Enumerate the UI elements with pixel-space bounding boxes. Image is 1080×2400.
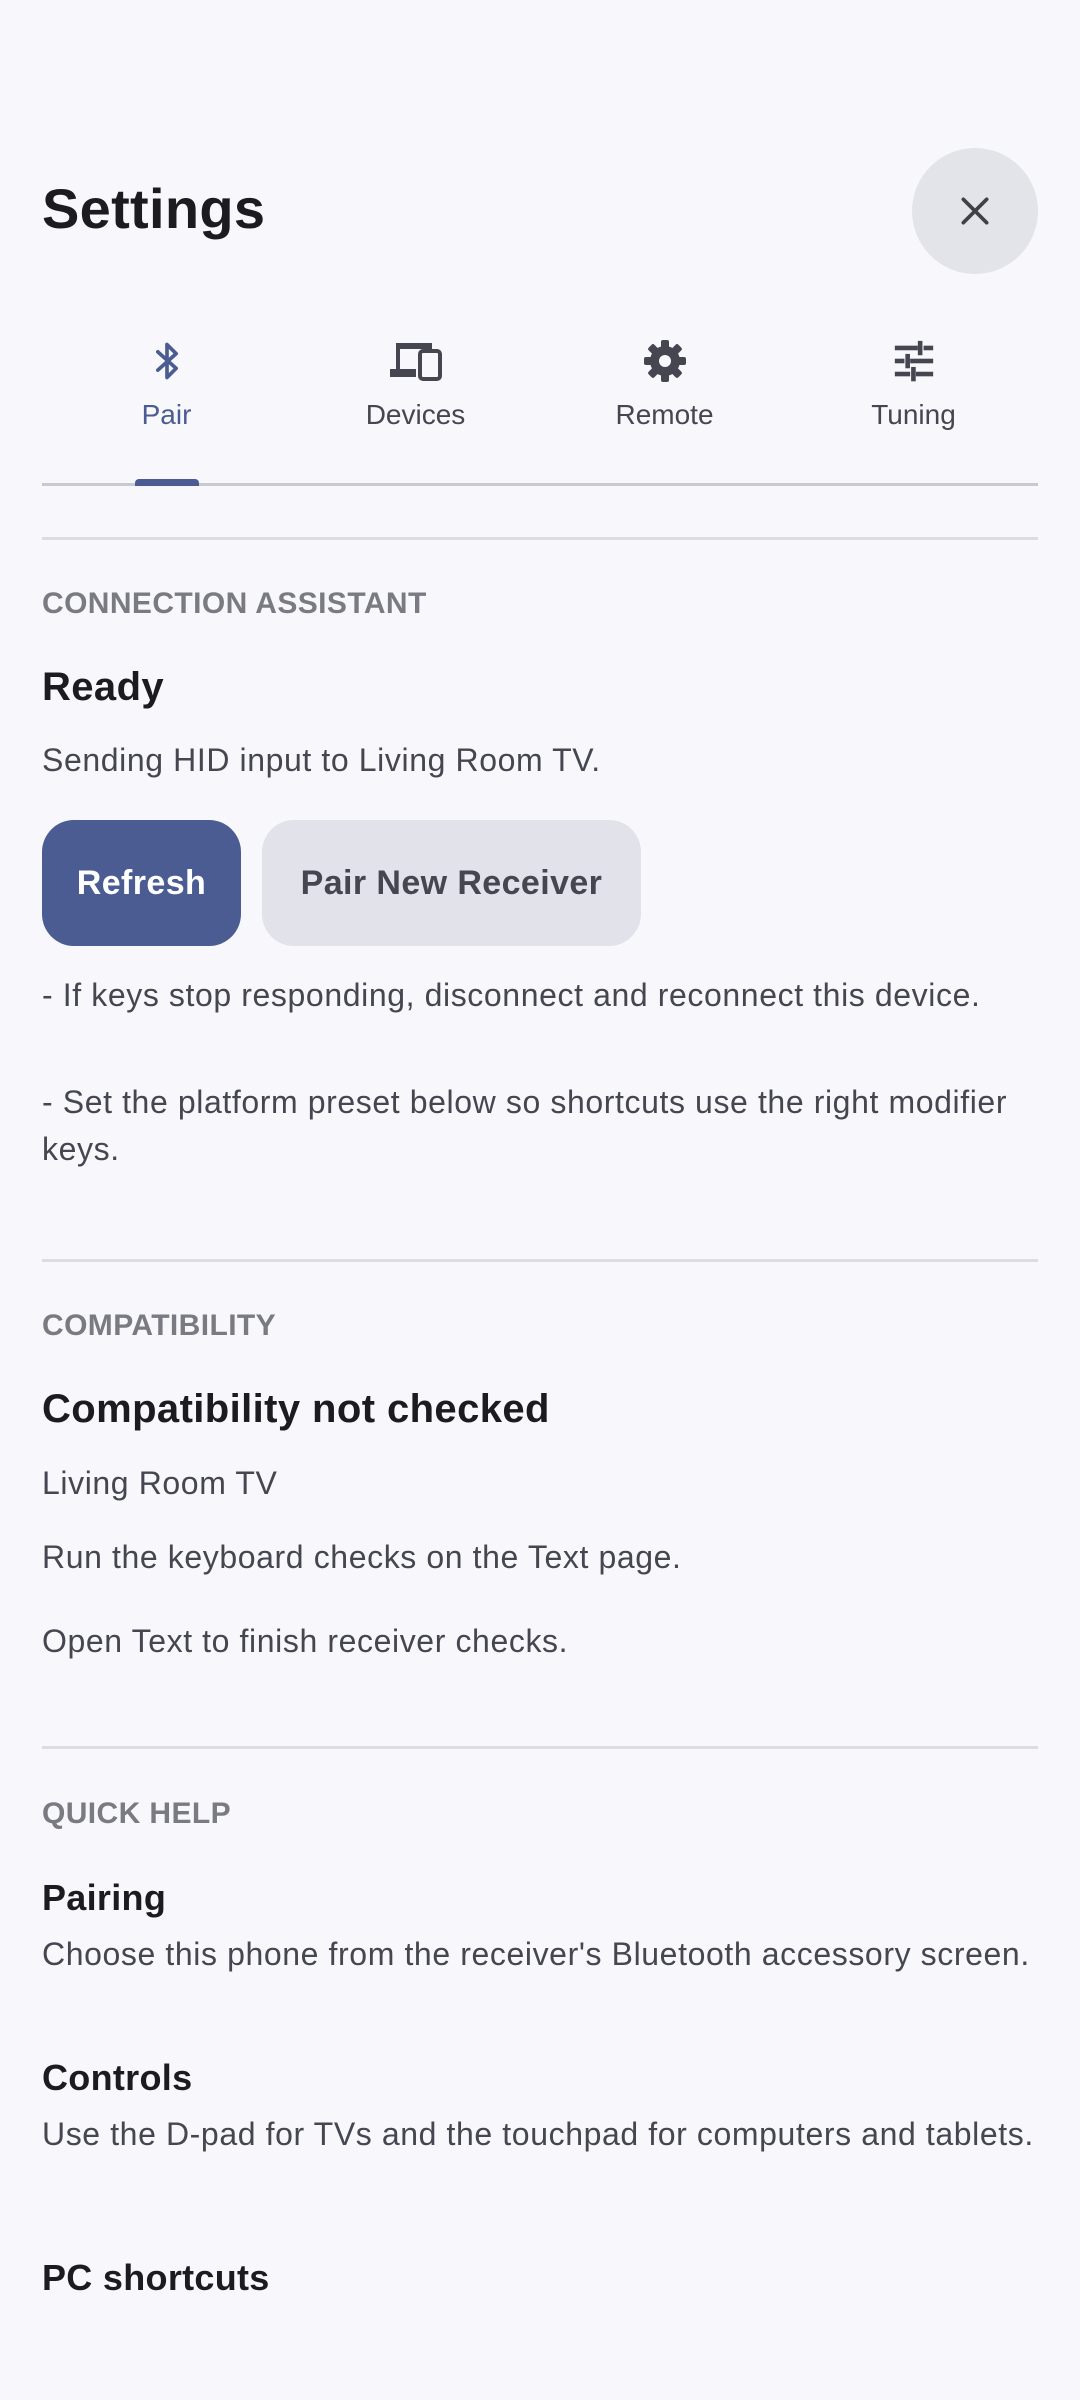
tab-tuning-label: Tuning: [871, 399, 956, 430]
section-label-compatibility: COMPATIBILITY: [42, 1309, 277, 1342]
tab-pair[interactable]: Pair: [42, 325, 291, 486]
pair-new-receiver-button[interactable]: Pair New Receiver: [262, 820, 641, 946]
tab-remote[interactable]: Remote: [540, 325, 789, 483]
devices-icon: [389, 343, 442, 381]
help-item-title: Controls: [42, 2057, 193, 2098]
section-label-connection: CONNECTION ASSISTANT: [42, 587, 427, 620]
scroll-clip: PC shortcuts: [0, 2252, 1080, 2292]
page-title: Settings: [42, 177, 266, 240]
tune-icon: [894, 340, 933, 382]
header: Settings: [42, 148, 1038, 274]
divider: [42, 1746, 1038, 1749]
tab-devices[interactable]: Devices: [291, 325, 540, 483]
help-item-text: Use the D-pad for TVs and the touchpad f…: [42, 2116, 1034, 2152]
compatibility-status: Compatibility not checked: [42, 1387, 550, 1431]
compatibility-note: Open Text to finish receiver checks.: [42, 1623, 569, 1659]
connection-tip: - Set the platform preset below so short…: [42, 1084, 1008, 1167]
compatibility-device: Living Room TV: [42, 1465, 278, 1501]
tab-devices-label: Devices: [365, 399, 466, 430]
connection-status: Ready: [42, 665, 165, 709]
connection-description: Sending HID input to Living Room TV.: [42, 742, 601, 778]
connection-tip: - If keys stop responding, disconnect an…: [42, 977, 981, 1013]
refresh-button[interactable]: Refresh: [42, 820, 241, 946]
gear-icon: [643, 340, 686, 382]
help-item-text: Choose this phone from the receiver's Bl…: [42, 1936, 1030, 1972]
tab-tuning[interactable]: Tuning: [789, 325, 1038, 483]
close-button[interactable]: [912, 148, 1038, 274]
help-item-title: PC shortcuts: [42, 2257, 270, 2292]
tab-bar: Pair Devices Remote Tuning: [42, 325, 1038, 486]
active-tab-indicator: [135, 479, 199, 486]
bluetooth-icon: [155, 342, 178, 380]
section-label-quick-help: QUICK HELP: [42, 1797, 232, 1830]
help-item-title: Pairing: [42, 1877, 167, 1918]
divider: [42, 537, 1038, 540]
tab-pair-label: Pair: [141, 399, 192, 430]
divider: [42, 1259, 1038, 1262]
compatibility-instruction: Run the keyboard checks on the Text page…: [42, 1539, 682, 1575]
tab-remote-label: Remote: [615, 399, 714, 430]
close-icon: [961, 197, 989, 225]
